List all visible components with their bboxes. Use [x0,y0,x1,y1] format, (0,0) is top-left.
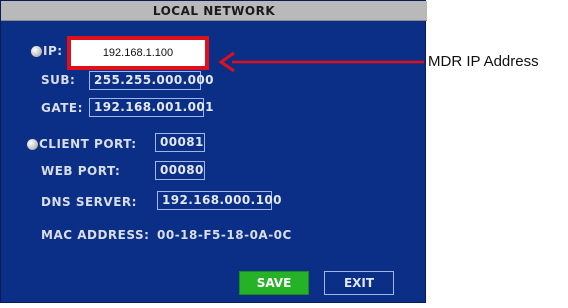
local-network-dialog: LOCAL NETWORK IP: 192.168.1.100 SUB: 255… [0,0,427,303]
exit-button[interactable]: EXIT [324,271,394,295]
ip-radio-button[interactable] [31,46,42,57]
sub-label: SUB: [41,73,76,87]
gate-label: GATE: [41,101,83,115]
dns-server-label: DNS SERVER: [41,195,137,209]
annotation-label: MDR IP Address [428,53,539,70]
web-port-field[interactable]: 00080 [155,161,205,180]
dialog-title: LOCAL NETWORK [1,1,427,21]
dns-server-field[interactable]: 192.168.000.100 [157,191,281,210]
web-port-label: WEB PORT: [41,164,121,178]
mac-address-label: MAC ADDRESS: [41,228,150,242]
annotation-arrow-icon [218,51,424,73]
save-button[interactable]: SAVE [239,271,309,295]
gateway-field[interactable]: 192.168.001.001 [89,98,213,117]
subnet-mask-field[interactable]: 255.255.000.000 [89,71,213,90]
client-port-label: CLIENT PORT: [39,137,137,151]
client-port-radio-button[interactable] [27,139,38,150]
ip-label: IP: [43,44,63,58]
mac-address-value: 00-18-F5-18-0A-0C [157,228,292,242]
client-port-field[interactable]: 00081 [155,133,205,152]
ip-field[interactable]: 192.168.1.100 [67,36,209,70]
